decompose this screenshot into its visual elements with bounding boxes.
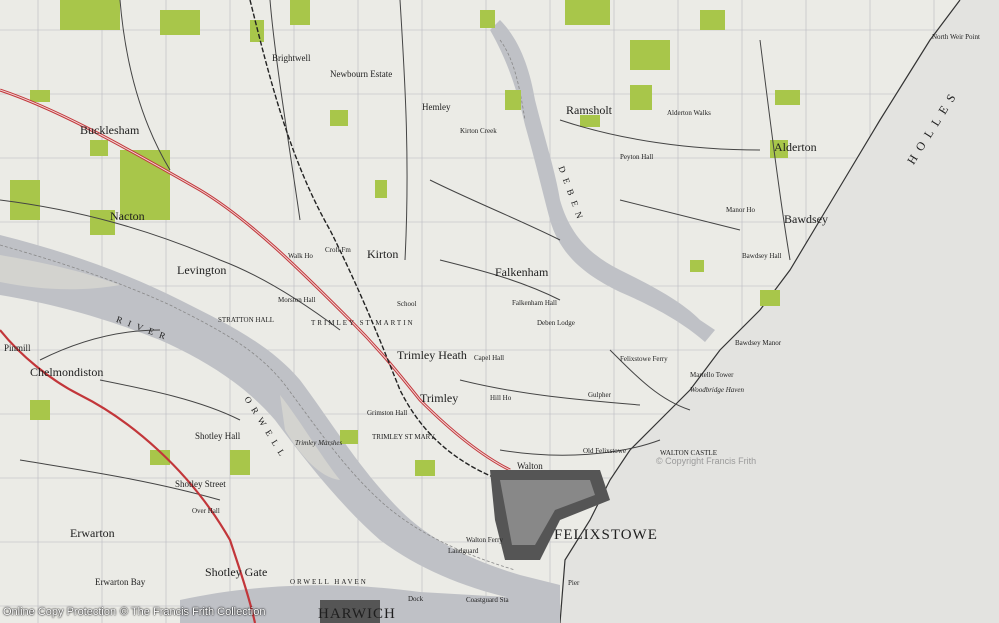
label-morston-hall: Morston Hall xyxy=(278,296,316,304)
label-landguard: Landguard xyxy=(448,547,479,555)
label-trimley: Trimley xyxy=(420,391,459,405)
label-trimley-st-martin: TRIMLEY ST MARTIN xyxy=(311,319,415,327)
label-north-weir-point: North Weir Point xyxy=(932,33,980,41)
label-bawdsey-manor: Bawdsey Manor xyxy=(735,339,782,347)
label-nacton: Nacton xyxy=(110,209,145,223)
label-brightwell: Brightwell xyxy=(272,53,311,63)
river-deben xyxy=(490,20,715,342)
label-bawdsey-hall: Bawdsey Hall xyxy=(742,252,782,260)
label-erwarton-bay: Erwarton Bay xyxy=(95,577,146,587)
label-levington: Levington xyxy=(177,263,227,277)
label-kirton: Kirton xyxy=(367,247,399,261)
label-pinmill: Pinmill xyxy=(4,343,31,353)
label-shotley-gate: Shotley Gate xyxy=(205,565,268,579)
label-felixstowe-ferry: Felixstowe Ferry xyxy=(620,355,668,363)
label-kirton-creek: Kirton Creek xyxy=(460,127,497,135)
label-old-felixstowe: Old Felixstowe xyxy=(583,447,626,455)
label-trimley-st-mary: TRIMLEY ST MARY xyxy=(372,433,436,441)
label-walton-ferry: Walton Ferry xyxy=(466,536,503,544)
watermark-text: © Copyright Francis Frith xyxy=(656,456,757,466)
label-trimley-heath: Trimley Heath xyxy=(397,348,467,362)
label-coastguard-sta: Coastguard Sta xyxy=(466,596,509,604)
label-felixstowe: FELIXSTOWE xyxy=(554,527,658,543)
label-newbourn-estate: Newbourn Estate xyxy=(330,69,393,79)
label-alderton: Alderton xyxy=(774,140,817,154)
label-shotley-hall: Shotley Hall xyxy=(195,431,241,441)
label-falkenham: Falkenham xyxy=(495,265,549,279)
label-deben-lodge: Deben Lodge xyxy=(537,319,575,327)
label-school: School xyxy=(397,300,417,308)
label-hill-ho: Hill Ho xyxy=(490,394,512,402)
label-bucklesham: Bucklesham xyxy=(80,123,140,137)
label-walk-ho: Walk Ho xyxy=(288,252,313,260)
label-pier: Pier xyxy=(568,579,580,587)
label-chelmondiston: Chelmondiston xyxy=(30,365,104,379)
label-ramsholt: Ramsholt xyxy=(566,103,613,117)
frith-brand-text: © The Francis Frith Collection xyxy=(120,606,266,618)
label-hemley: Hemley xyxy=(422,102,451,112)
label-stratton-hall: STRATTON HALL xyxy=(218,316,275,324)
label-grimston-hall: Grimston Hall xyxy=(367,409,408,417)
label-dock: Dock xyxy=(408,595,424,603)
label-alderton-walks: Alderton Walks xyxy=(667,109,711,117)
label-croft-fm: Croft Fm xyxy=(325,246,351,254)
label-peyton-hall: Peyton Hall xyxy=(620,153,654,161)
label-walton: Walton xyxy=(517,461,543,471)
label-bawdsey: Bawdsey xyxy=(784,212,828,226)
label-harwich: HARWICH xyxy=(318,606,396,622)
label-capel-hall: Capel Hall xyxy=(474,354,505,362)
label-manor-ho: Manor Ho xyxy=(726,206,755,214)
label-falkenham-hall: Falkenham Hall xyxy=(512,299,557,307)
label-shotley-street: Shotley Street xyxy=(175,479,226,489)
label-martello-tower: Martello Tower xyxy=(690,371,734,379)
label-over-hall: Over Hall xyxy=(192,507,220,515)
historic-os-map[interactable]: FELIXSTOWE HARWICH Kirton Trimley Heath … xyxy=(0,0,999,623)
label-orwell-haven: ORWELL HAVEN xyxy=(290,578,368,586)
label-woodbridge-haven: Woodbridge Haven xyxy=(690,386,744,394)
map-graphics xyxy=(0,0,999,623)
label-trimley-marshes: Trimley Marshes xyxy=(295,439,343,447)
label-gulpher: Gulpher xyxy=(588,391,611,399)
copy-protection-text: Online Copy Protection xyxy=(3,606,117,618)
label-erwarton: Erwarton xyxy=(70,526,115,540)
